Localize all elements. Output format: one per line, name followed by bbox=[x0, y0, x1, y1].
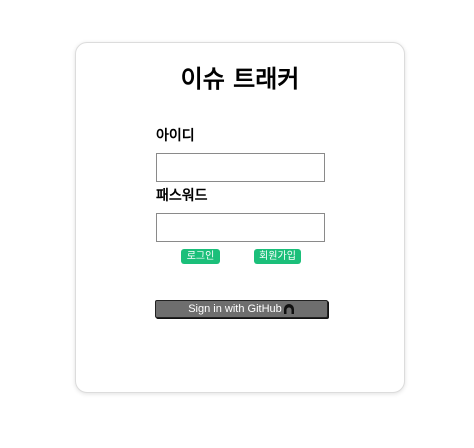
github-signin-label: Sign in with GitHub bbox=[188, 303, 282, 315]
login-button[interactable]: 로그인 bbox=[181, 249, 220, 264]
page-title: 이슈 트래커 bbox=[180, 65, 300, 93]
password-label: 패스워드 bbox=[156, 188, 208, 204]
id-label: 아이디 bbox=[156, 128, 195, 144]
signup-button[interactable]: 회원가입 bbox=[254, 249, 301, 264]
id-field[interactable] bbox=[156, 153, 325, 182]
password-field[interactable] bbox=[156, 213, 325, 242]
github-signin-button[interactable]: Sign in with GitHub bbox=[155, 300, 328, 318]
login-card: 이슈 트래커 아이디 패스워드 로그인 회원가입 Sign in with Gi… bbox=[75, 42, 405, 393]
github-icon bbox=[283, 303, 295, 314]
